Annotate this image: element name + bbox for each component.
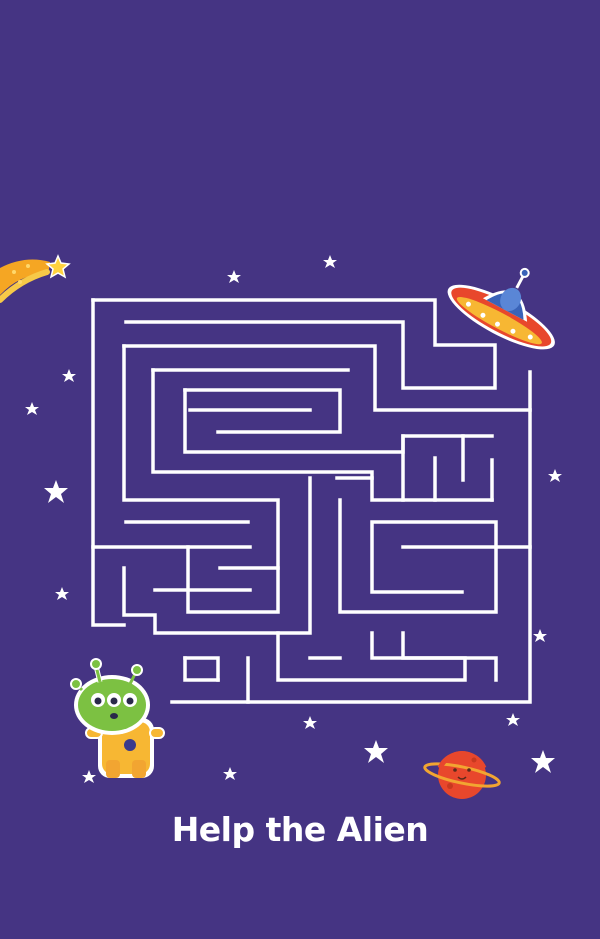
ufo-spaceship-icon[interactable] <box>440 240 580 361</box>
maze[interactable] <box>91 298 532 704</box>
page-title: Help the Alien <box>171 810 429 849</box>
maze-scene <box>0 240 580 799</box>
alien-character-icon[interactable] <box>70 658 165 778</box>
shooting-star-icon <box>0 254 71 303</box>
planet-icon <box>423 751 501 799</box>
